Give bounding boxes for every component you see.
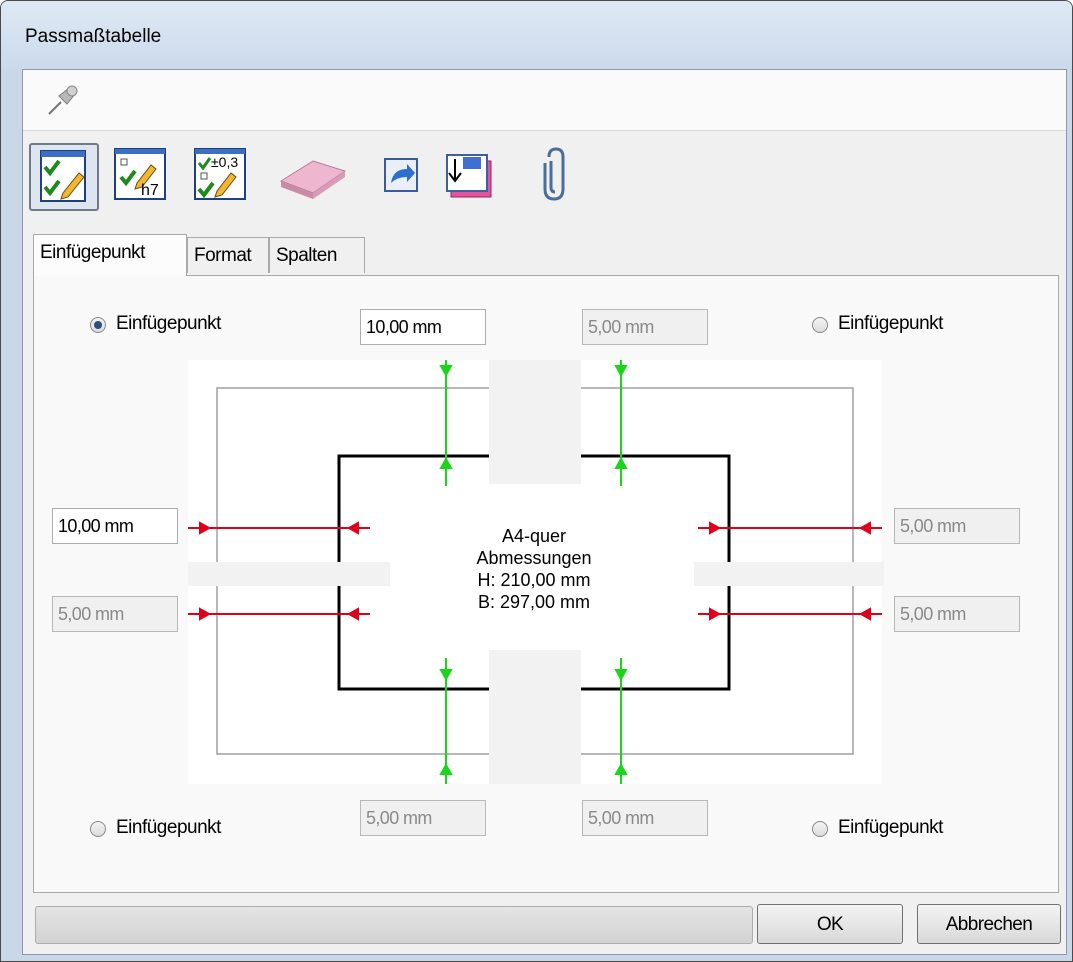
margin-bottom-left-input: 5,00 mm <box>360 800 486 836</box>
ok-button[interactable]: OK <box>757 904 903 944</box>
radio-label: Einfügepunkt <box>838 817 943 838</box>
margin-left-bottom-input: 5,00 mm <box>52 596 178 632</box>
margin-right-top-input: 5,00 mm <box>894 508 1020 544</box>
pin-bar <box>23 70 1066 131</box>
tolerance-value-text: ±0,3 <box>211 154 238 170</box>
tab-format[interactable]: Format <box>187 237 269 273</box>
checklist-tolerance-h7-icon: h7 <box>114 148 166 200</box>
button-bar: OK Abbrechen <box>23 898 1066 954</box>
save-import-button[interactable] <box>437 143 503 207</box>
radio-indicator[interactable] <box>812 821 828 837</box>
cancel-button[interactable]: Abbrechen <box>917 904 1061 944</box>
toolbar: h7 ±0,3 <box>23 131 1066 211</box>
pushpin-icon[interactable] <box>43 80 83 120</box>
save-import-icon <box>446 154 492 198</box>
radio-indicator[interactable] <box>812 317 828 333</box>
refresh-icon <box>384 158 418 192</box>
radio-label: Einfügepunkt <box>116 817 221 838</box>
margin-right-bottom-input: 5,00 mm <box>894 596 1020 632</box>
tab-panel: A4-quer Abmessungen H: 210,00 mm B: 297,… <box>33 275 1059 893</box>
tab-label: Format <box>194 245 252 266</box>
window-title: Passmaßtabelle <box>25 26 162 47</box>
radio-indicator[interactable] <box>90 317 106 333</box>
layout-diagram: A4-quer Abmessungen H: 210,00 mm B: 297,… <box>188 360 884 784</box>
dialog-window: Passmaßtabelle h7 ±0,3 Einfügepunkt Form… <box>0 0 1073 962</box>
attach-button[interactable] <box>523 143 589 207</box>
eraser-button[interactable] <box>273 143 353 207</box>
tab-einfuegepunkt[interactable]: Einfügepunkt <box>33 234 187 276</box>
checklist-edit-icon <box>40 150 86 202</box>
eraser-icon <box>279 160 347 199</box>
tab-spalten[interactable]: Spalten <box>269 237 365 273</box>
title-bar[interactable]: Passmaßtabelle <box>1 1 1072 69</box>
tab-label: Spalten <box>276 245 337 266</box>
margin-left-top-input[interactable]: 10,00 mm <box>52 508 178 544</box>
refresh-button[interactable] <box>369 143 435 207</box>
margin-top-left-input[interactable]: 10,00 mm <box>360 309 486 345</box>
paper-height: H: 210,00 mm <box>477 570 590 590</box>
radio-indicator[interactable] <box>90 821 106 837</box>
radio-label: Einfügepunkt <box>838 313 943 334</box>
margin-bottom-right-input: 5,00 mm <box>582 800 708 836</box>
checklist-edit-button[interactable] <box>29 143 99 211</box>
h7-text: h7 <box>141 182 159 199</box>
margin-top-right-input: 5,00 mm <box>582 309 708 345</box>
checklist-h7-button[interactable]: h7 <box>109 143 175 207</box>
dialog-client: h7 ±0,3 Einfügepunkt Format Spalten A4-q… <box>22 69 1067 955</box>
tab-label: Einfügepunkt <box>40 242 145 263</box>
checklist-value-button[interactable]: ±0,3 <box>189 143 255 207</box>
progress-bar <box>35 906 753 944</box>
paper-name: A4-quer <box>502 526 566 546</box>
checklist-tolerance-value-icon: ±0,3 <box>194 148 246 200</box>
paper-width: B: 297,00 mm <box>478 592 590 612</box>
paper-dims-label: Abmessungen <box>476 548 591 568</box>
radio-label: Einfügepunkt <box>116 313 221 334</box>
paperclip-icon <box>543 147 565 201</box>
